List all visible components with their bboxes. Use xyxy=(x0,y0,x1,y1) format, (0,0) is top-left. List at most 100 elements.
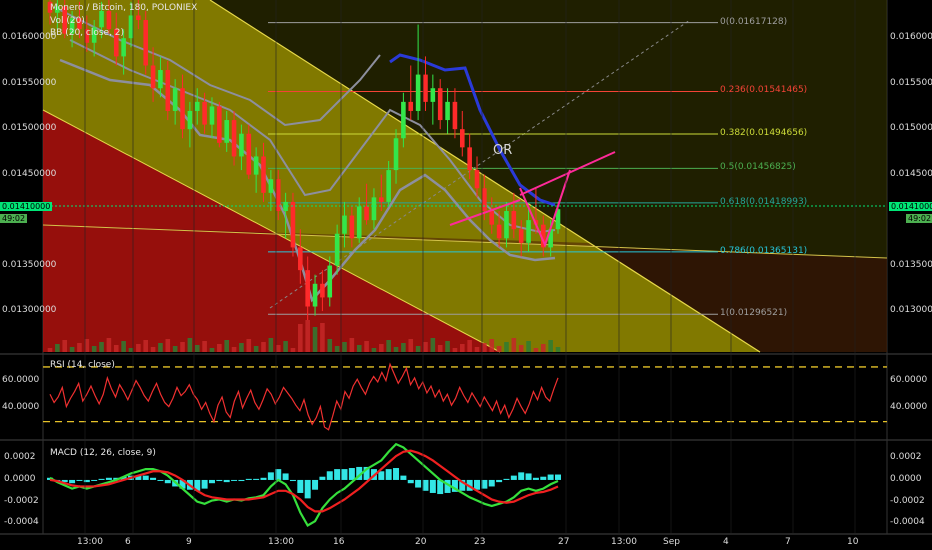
volume-bar xyxy=(489,339,495,352)
volume-bar xyxy=(91,346,97,352)
volume-bar xyxy=(526,341,531,352)
candle-body xyxy=(401,101,406,139)
candle-body xyxy=(334,233,340,266)
price-tick-right: 0.01300000 xyxy=(890,305,932,316)
volume-bar xyxy=(69,347,75,352)
volume-bar xyxy=(437,345,443,352)
candle-body xyxy=(290,201,296,248)
candle-body xyxy=(268,179,274,193)
candle-body xyxy=(423,74,428,102)
candle-body xyxy=(452,101,458,130)
macd-tick-left: 0.0000 xyxy=(4,473,36,484)
candle-body xyxy=(158,70,163,89)
macd-histogram-bar xyxy=(334,469,341,480)
candle-body xyxy=(474,170,480,189)
macd-histogram-bar xyxy=(157,479,164,481)
candle-body xyxy=(504,211,509,239)
candle-body xyxy=(356,206,362,239)
time-tick-label: 6 xyxy=(125,537,131,547)
macd-histogram-bar xyxy=(201,479,208,489)
macd-histogram-bar xyxy=(525,473,532,480)
candle-body xyxy=(467,147,472,171)
volume-bar xyxy=(482,343,487,352)
volume-bar xyxy=(356,345,362,352)
macd-histogram-bar xyxy=(216,479,223,482)
price-tick-right: 0.01600000 xyxy=(890,32,932,43)
macd-histogram-bar xyxy=(297,479,304,493)
current-price-left: 0.01410000 xyxy=(0,202,53,211)
macd-histogram-bar xyxy=(91,479,98,481)
volume-label: Vol (20) xyxy=(50,16,85,26)
symbol-title: Monero / Bitcoin, 180, POLONIEX xyxy=(50,3,198,13)
bollinger-label: BB (20, close, 2) xyxy=(50,28,125,38)
rsi-tick-left: 60.0000 xyxy=(2,374,40,385)
volume-bar xyxy=(194,345,200,352)
fib-level-label: 0.236(0.01541465) xyxy=(720,85,808,96)
candle-body xyxy=(386,170,391,202)
time-tick-label: 23 xyxy=(474,537,486,547)
volume-bar xyxy=(386,340,391,352)
countdown-left: 49:02 xyxy=(0,214,28,223)
macd-histogram-bar xyxy=(253,478,260,480)
candle-body xyxy=(165,70,171,111)
macd-tick-right: 0.0000 xyxy=(890,473,922,484)
macd-histogram-bar xyxy=(326,471,333,480)
macd-histogram-bar xyxy=(260,477,267,480)
volume-bar xyxy=(459,344,465,352)
candle-body xyxy=(298,247,303,271)
macd-histogram-bar xyxy=(407,479,414,484)
candle-body xyxy=(106,10,112,30)
volume-bar xyxy=(312,327,318,352)
candle-body xyxy=(261,156,266,193)
macd-histogram-bar xyxy=(429,479,436,493)
macd-histogram-bar xyxy=(510,475,517,480)
candle-body xyxy=(246,133,252,175)
candle-body xyxy=(202,101,207,125)
candle-body xyxy=(349,215,355,239)
macd-histogram-bar xyxy=(400,475,407,480)
volume-bar xyxy=(136,344,141,352)
price-tick-right: 0.01550000 xyxy=(890,77,932,88)
volume-bar xyxy=(430,338,436,352)
macd-tick-left: -0.0004 xyxy=(4,517,39,528)
volume-bar xyxy=(224,340,229,352)
candle-body xyxy=(415,74,421,111)
candle-body xyxy=(239,133,244,157)
volume-bar xyxy=(423,342,428,352)
volume-bar xyxy=(371,348,377,352)
macd-histogram-bar xyxy=(555,474,561,480)
macd-histogram-bar xyxy=(238,479,245,482)
macd-tick-left: -0.0002 xyxy=(4,495,39,506)
macd-histogram-bar xyxy=(319,476,326,480)
volume-bar xyxy=(445,341,450,352)
fib-level-label: 0.5(0.01456825) xyxy=(720,162,796,173)
price-tick-left: 0.01500000 xyxy=(2,123,57,134)
macd-label: MACD (12, 26, close, 9) xyxy=(50,448,156,458)
volume-bar xyxy=(47,348,53,352)
volume-bar xyxy=(555,347,561,352)
macd-histogram-bar xyxy=(164,479,171,484)
candle-body xyxy=(224,120,229,143)
candle-body xyxy=(305,270,310,307)
volume-bar xyxy=(55,344,60,352)
macd-histogram-bar xyxy=(540,476,547,480)
volume-bar xyxy=(408,339,414,352)
chart-svg xyxy=(0,0,932,550)
price-tick-right: 0.01350000 xyxy=(890,259,932,270)
volume-bar xyxy=(239,343,244,352)
candle-body xyxy=(408,101,414,111)
time-tick-label: 16 xyxy=(333,537,345,547)
price-tick-right: 0.01450000 xyxy=(890,168,932,179)
macd-histogram-bar xyxy=(76,479,83,481)
macd-histogram-bar xyxy=(208,479,215,484)
volume-bar xyxy=(327,339,333,352)
time-tick-label: Sep xyxy=(663,537,680,547)
time-tick-label: 27 xyxy=(558,537,570,547)
volume-bar xyxy=(246,339,252,352)
current-price-right: 0.01410000 xyxy=(889,202,932,211)
volume-bar xyxy=(379,344,384,352)
macd-histogram-bar xyxy=(282,473,289,480)
price-tick-left: 0.01550000 xyxy=(2,77,57,88)
candle-body xyxy=(459,129,465,148)
rsi-label: RSI (14, close) xyxy=(50,360,115,370)
